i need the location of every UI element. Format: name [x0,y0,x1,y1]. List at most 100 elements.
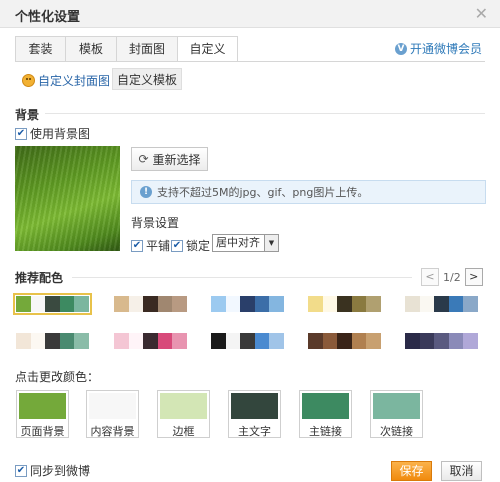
lock-checkbox[interactable]: ✔ [171,239,183,252]
palette-swatch [143,296,158,312]
background-image-preview [15,146,120,251]
palette-4[interactable] [305,293,384,315]
lock-label: 锁定 [186,239,211,253]
tab-cover[interactable]: 封面图 [116,36,178,62]
palette-swatch [30,333,46,349]
cancel-button[interactable]: 取消 [441,461,482,481]
color-swatch [302,393,349,419]
tab-custom[interactable]: 自定义 [177,36,238,62]
palette-swatch [172,333,187,349]
palette-swatch [405,296,420,312]
color-swatch [231,393,278,419]
refresh-icon: ⟳ [138,152,149,166]
palette-9[interactable] [305,330,384,352]
palette-1[interactable] [13,293,92,315]
tile-label: 平铺 [146,239,171,253]
tab-template[interactable]: 模板 [65,36,117,62]
palette-swatch [211,296,226,312]
palette-5[interactable] [402,293,481,315]
palette-swatch [114,296,129,312]
palette-swatch [45,333,60,349]
color-page-bg[interactable]: 页面背景 [16,390,69,438]
color-label: 主文字 [238,425,271,438]
lock-checkbox-row: ✔ 锁定 [171,237,210,254]
color-swatch [89,393,136,419]
palette-swatch [172,296,187,312]
align-select-value: 居中对齐 [216,236,260,249]
vip-link-label: 开通微博会员 [409,42,482,56]
dialog-titlebar: 个性化设置 ✕ [0,0,500,28]
palette-swatch [59,333,75,349]
color-label: 页面背景 [20,425,65,438]
chevron-right-icon[interactable]: > [464,268,483,286]
tab-suite[interactable]: 套装 [15,36,66,62]
reselect-button[interactable]: ⟳ 重新选择 [131,147,208,171]
upload-tip-text: 支持不超过5M的jpg、gif、png图片上传。 [157,186,369,199]
palette-swatch [463,296,478,312]
palette-swatch [366,333,381,349]
palette-3[interactable] [208,293,287,315]
palette-swatch [254,333,270,349]
palette-swatch [74,296,89,312]
palette-swatch [225,296,241,312]
palette-swatch [448,296,464,312]
use-bg-checkbox[interactable]: ✔ [15,127,27,140]
palette-7[interactable] [111,330,190,352]
color-swatch [160,393,207,419]
palette-swatch [128,296,144,312]
sync-label: 同步到微博 [30,464,91,478]
color-label: 次链接 [380,425,413,438]
palette-swatch [211,333,226,349]
tile-checkbox[interactable]: ✔ [131,239,143,252]
recommend-section-title: 推荐配色 [15,271,64,285]
align-select[interactable]: 居中对齐 ▼ [212,234,279,252]
save-button[interactable]: 保存 [391,461,432,481]
color-secondary-link[interactable]: 次链接 [370,390,423,438]
vip-link[interactable]: V 开通微博会员 [394,40,482,57]
palette-swatch [448,333,464,349]
smiley-icon [22,74,35,87]
sync-checkbox[interactable]: ✔ [15,464,27,477]
palette-swatch [419,333,435,349]
palette-6[interactable] [13,330,92,352]
recommend-divider [72,277,412,278]
palette-swatch [308,333,323,349]
palette-swatch [337,333,352,349]
pager-text: 1/2 [443,270,461,284]
palette-swatch [45,296,60,312]
palette-swatch [308,296,323,312]
palette-swatch [434,296,449,312]
background-section-title: 背景 [15,108,40,122]
palette-swatch [114,333,129,349]
color-main-link[interactable]: 主链接 [299,390,352,438]
palette-swatch [128,333,144,349]
reselect-label: 重新选择 [152,152,201,167]
use-bg-label: 使用背景图 [30,127,91,141]
palette-swatch [30,296,46,312]
chevron-left-icon[interactable]: < [421,268,439,286]
palette-swatch [143,333,158,349]
palette-swatch [74,333,89,349]
palette-swatch [59,296,75,312]
chevron-down-icon: ▼ [264,235,278,251]
color-label: 内容背景 [90,425,135,438]
palette-swatch [434,333,449,349]
colors-section-title: 点击更改颜色： [15,370,100,384]
palette-swatch [16,296,31,312]
palette-10[interactable] [402,330,481,352]
palette-swatch [254,296,270,312]
close-icon[interactable]: ✕ [475,4,488,23]
tab-divider [15,61,485,62]
palette-2[interactable] [111,293,190,315]
palette-swatch [322,333,338,349]
palette-8[interactable] [208,330,287,352]
palette-pager: < 1/2 > [421,268,483,286]
palette-swatch [419,296,435,312]
palette-swatch [240,333,255,349]
palette-swatch [269,333,284,349]
subtab-custom-cover[interactable]: 自定义封面图 [22,72,110,89]
subtab-custom-template[interactable]: 自定义模板 [112,68,182,90]
color-border[interactable]: 边框 [157,390,210,438]
color-main-text[interactable]: 主文字 [228,390,281,438]
color-content-bg[interactable]: 内容背景 [86,390,139,438]
